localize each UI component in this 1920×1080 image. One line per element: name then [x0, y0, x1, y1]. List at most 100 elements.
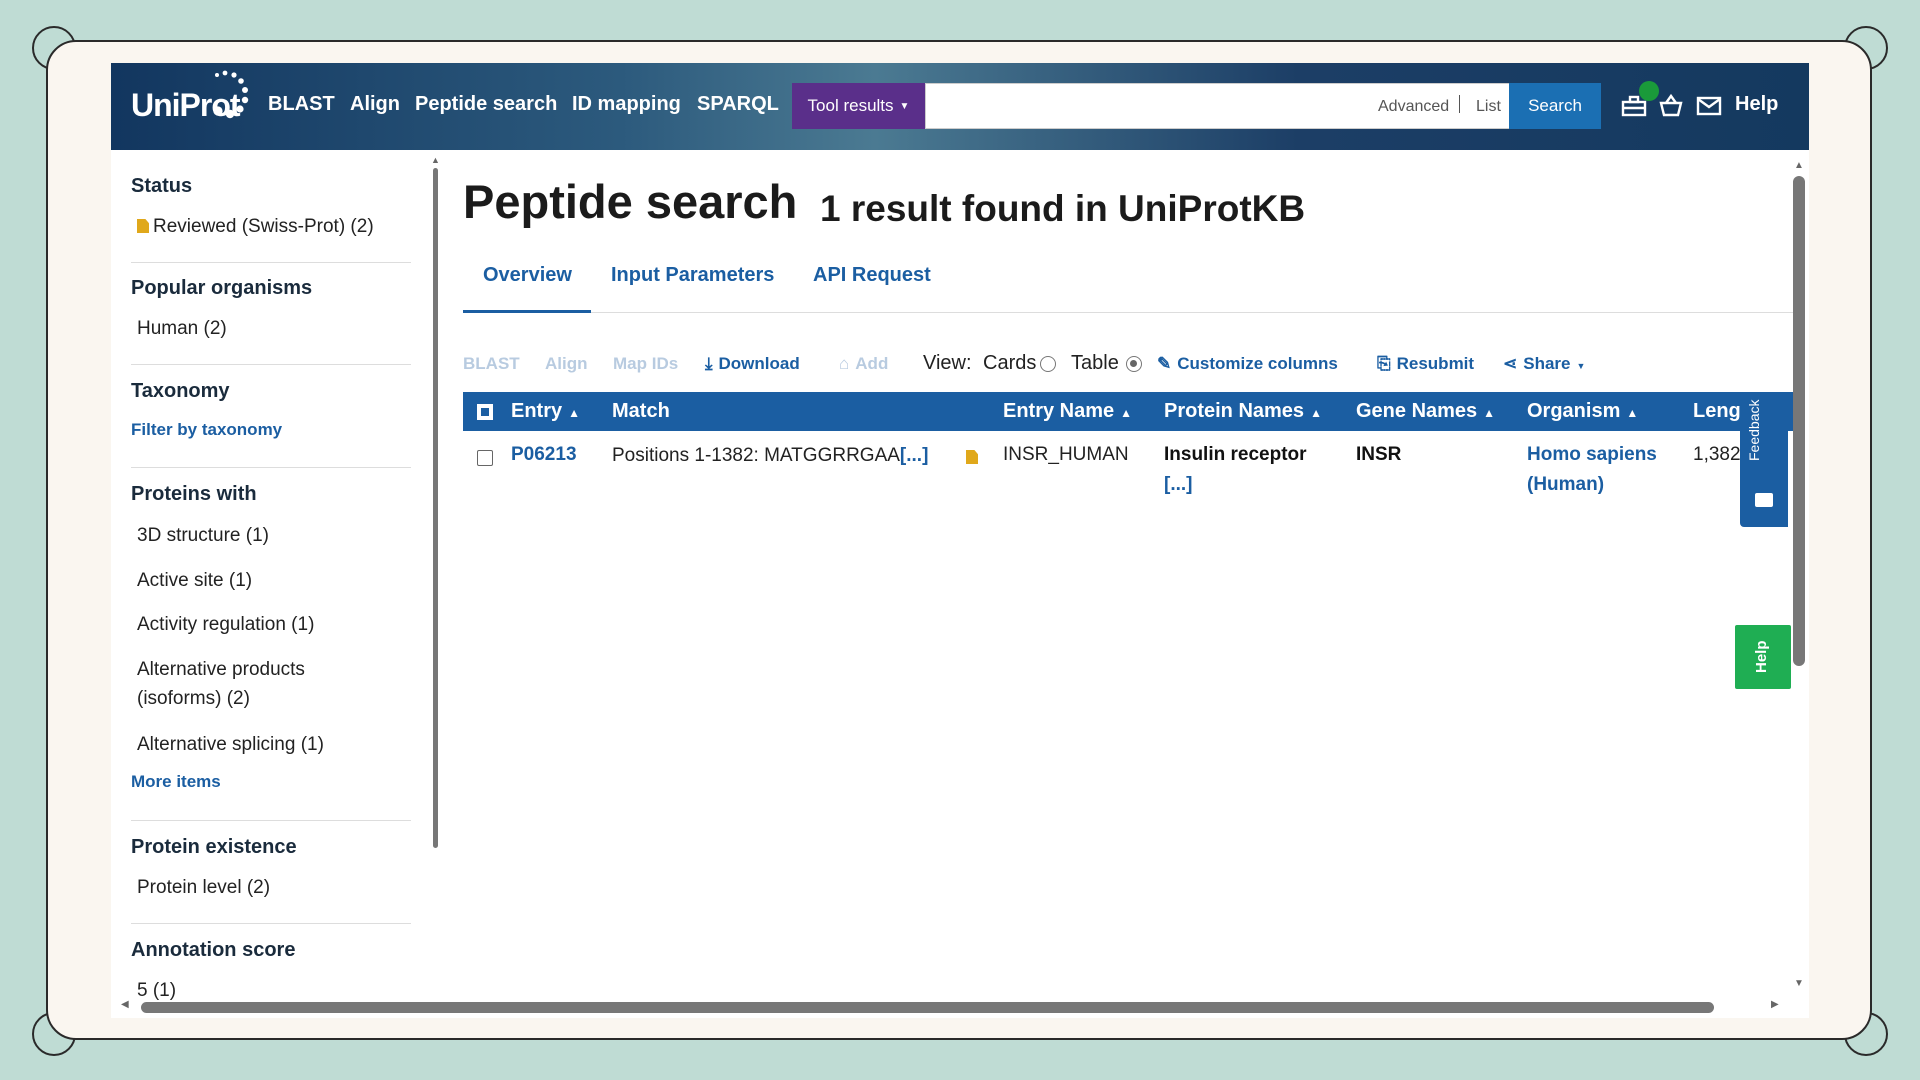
entry-name-cell: INSR_HUMAN	[1003, 444, 1129, 465]
resubmit-icon: ⎘	[1377, 354, 1391, 373]
protein-more-link[interactable]: [...]	[1164, 474, 1193, 496]
tool-results-dropdown[interactable]: Tool results ▼	[792, 83, 925, 129]
map-ids-button[interactable]: Map IDs	[613, 354, 678, 374]
filter-active-site[interactable]: Active site (1)	[137, 570, 252, 592]
column-length[interactable]: Leng	[1693, 400, 1741, 423]
sort-arrow-icon: ▲	[1626, 406, 1639, 420]
proteins-with-heading: Proteins with	[131, 483, 257, 505]
organism-link[interactable]: Homo sapiens	[1527, 444, 1657, 466]
protein-existence-heading: Protein existence	[131, 836, 297, 858]
filter-alternative-products[interactable]: Alternative products	[137, 659, 305, 681]
search-input[interactable]: Advanced List	[925, 83, 1510, 129]
taxonomy-heading: Taxonomy	[131, 380, 230, 402]
logo-dots-icon	[213, 70, 249, 119]
caret-down-icon: ▼	[1576, 361, 1586, 371]
tab-overview[interactable]: Overview	[483, 264, 572, 287]
select-all-checkbox[interactable]	[477, 404, 493, 420]
advanced-search-link[interactable]: Advanced	[1378, 98, 1449, 116]
nav-blast[interactable]: BLAST	[268, 93, 335, 116]
reviewed-icon	[137, 219, 149, 233]
match-cell: Positions 1-1382: MATGGRRGAA[...]	[612, 445, 928, 467]
filter-alternative-products-line2[interactable]: (isoforms) (2)	[137, 688, 250, 710]
column-organism-label: Organism	[1527, 400, 1621, 422]
column-protein-names[interactable]: Protein Names ▲	[1164, 400, 1322, 423]
sort-arrow-icon: ▲	[1310, 406, 1322, 420]
feedback-tab[interactable]: Feedback	[1740, 393, 1788, 527]
filter-protein-level[interactable]: Protein level (2)	[137, 877, 270, 899]
gene-name-cell: INSR	[1356, 444, 1402, 465]
scroll-right-icon[interactable]: ▶	[1771, 999, 1779, 1010]
tab-api-request[interactable]: API Request	[813, 264, 931, 287]
customize-columns-label: Customize columns	[1177, 354, 1338, 373]
row-checkbox[interactable]	[477, 450, 493, 466]
column-entry-name[interactable]: Entry Name ▲	[1003, 400, 1132, 423]
nav-peptide-search[interactable]: Peptide search	[415, 93, 557, 116]
pencil-icon: ✎	[1157, 354, 1172, 373]
column-entry[interactable]: Entry ▲	[511, 400, 580, 423]
nav-id-mapping[interactable]: ID mapping	[572, 93, 681, 116]
scroll-left-icon[interactable]: ◀	[121, 999, 129, 1010]
match-more-link[interactable]: [...]	[900, 445, 929, 466]
top-header: UniProt BLAST Align Peptide search ID ma…	[111, 63, 1809, 150]
cards-label: Cards	[983, 352, 1037, 374]
share-label: Share	[1523, 354, 1571, 373]
filter-3d-structure[interactable]: 3D structure (1)	[137, 525, 269, 547]
sidebar-scroll-up-icon[interactable]: ▲	[431, 155, 440, 165]
mail-icon[interactable]	[1696, 93, 1722, 119]
status-heading: Status	[131, 175, 193, 197]
filter-activity-regulation[interactable]: Activity regulation (1)	[137, 614, 314, 636]
basket-icon[interactable]	[1658, 93, 1684, 119]
list-search-link[interactable]: List	[1476, 98, 1501, 116]
vertical-scrollbar[interactable]	[1793, 176, 1805, 666]
sort-arrow-icon: ▲	[1120, 406, 1133, 420]
search-button[interactable]: Search	[1509, 83, 1601, 129]
length-cell: 1,382	[1693, 444, 1741, 465]
help-tab-label: Help	[1753, 640, 1770, 673]
nav-align[interactable]: Align	[350, 93, 400, 116]
match-text: Positions 1-1382: MATGGRRGAA	[612, 445, 900, 466]
align-button[interactable]: Align	[545, 354, 588, 374]
sidebar-scrollbar[interactable]	[433, 168, 438, 848]
blast-button[interactable]: BLAST	[463, 354, 520, 374]
divider	[131, 364, 411, 365]
organism-common-link[interactable]: (Human)	[1527, 474, 1604, 496]
help-link[interactable]: Help	[1735, 93, 1778, 116]
search-separator	[1459, 95, 1460, 113]
active-tab-indicator	[463, 310, 591, 313]
browser-viewport: UniProt BLAST Align Peptide search ID ma…	[111, 63, 1809, 1018]
chat-icon	[1755, 493, 1773, 507]
filter-annotation-score-5[interactable]: 5 (1)	[137, 980, 176, 1002]
horizontal-scrollbar[interactable]	[141, 1002, 1714, 1013]
help-tab[interactable]: Help	[1735, 625, 1791, 689]
protein-name-cell: Insulin receptor	[1164, 444, 1307, 465]
more-items-link[interactable]: More items	[131, 772, 221, 792]
nav-sparql[interactable]: SPARQL	[697, 93, 779, 116]
scroll-up-icon[interactable]: ▲	[1794, 160, 1804, 171]
entry-link[interactable]: P06213	[511, 444, 577, 466]
customize-columns-button[interactable]: ✎ Customize columns	[1157, 354, 1338, 374]
popular-organisms-heading: Popular organisms	[131, 277, 313, 299]
column-gene-names[interactable]: Gene Names ▲	[1356, 400, 1495, 423]
download-button[interactable]: ⤓ Download	[705, 354, 800, 374]
column-gene-names-label: Gene Names	[1356, 400, 1478, 422]
filter-reviewed-label: Reviewed (Swiss-Prot) (2)	[153, 216, 374, 237]
filter-alternative-splicing[interactable]: Alternative splicing (1)	[137, 734, 324, 756]
tabs-divider	[463, 312, 1793, 313]
table-radio[interactable]	[1126, 356, 1142, 372]
resubmit-button[interactable]: ⎘ Resubmit	[1377, 354, 1474, 374]
filter-by-taxonomy-link[interactable]: Filter by taxonomy	[131, 420, 282, 440]
cards-radio[interactable]	[1040, 356, 1056, 372]
column-protein-names-label: Protein Names	[1164, 400, 1305, 422]
share-icon: ⋖	[1503, 354, 1518, 373]
filter-human[interactable]: Human (2)	[137, 318, 227, 340]
divider	[131, 467, 411, 468]
add-button[interactable]: ⌂ Add	[839, 354, 888, 374]
divider	[131, 820, 411, 821]
tab-input-parameters[interactable]: Input Parameters	[611, 264, 774, 287]
filters-sidebar: Status Reviewed (Swiss-Prot) (2) Popular…	[131, 150, 421, 1018]
caret-down-icon: ▼	[899, 100, 910, 112]
scroll-down-icon[interactable]: ▼	[1794, 978, 1804, 989]
filter-reviewed[interactable]: Reviewed (Swiss-Prot) (2)	[137, 216, 374, 238]
column-organism[interactable]: Organism ▲	[1527, 400, 1638, 423]
share-dropdown[interactable]: ⋖ Share ▼	[1503, 354, 1585, 374]
